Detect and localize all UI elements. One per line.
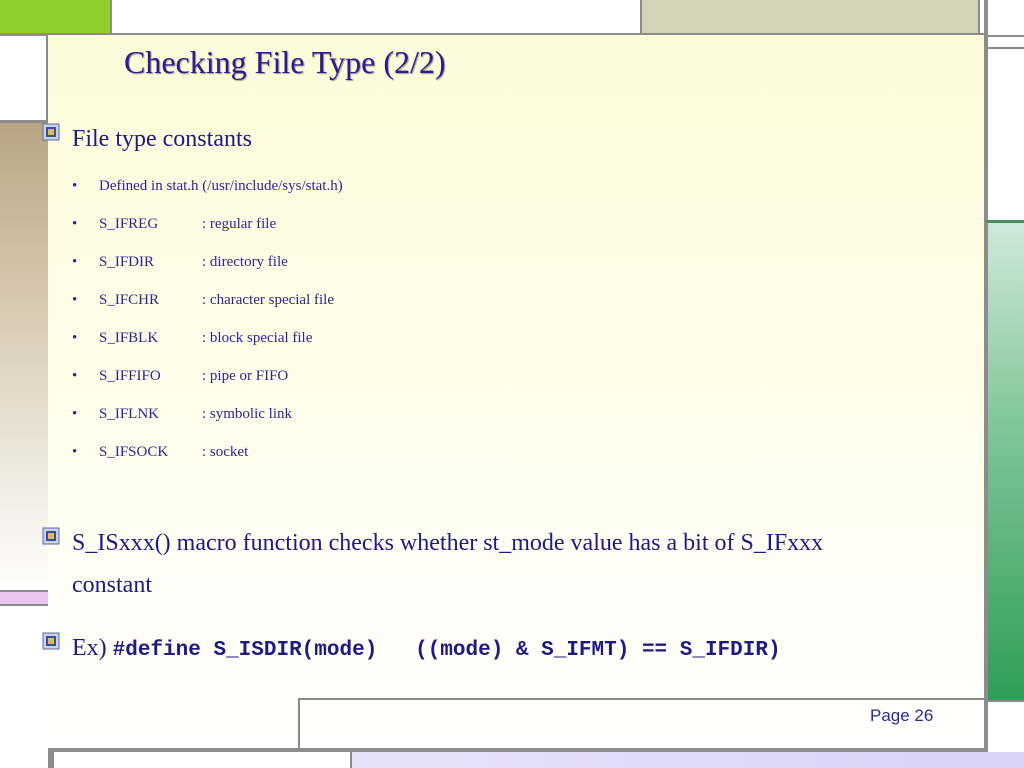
sub-item-name: S_IFCHR bbox=[99, 292, 160, 308]
sub-item-desc: : pipe or FIFO bbox=[202, 368, 289, 384]
sub-item-name: S_IFLNK bbox=[99, 406, 160, 422]
sub-item: • S_IFCHR : character special file bbox=[72, 292, 334, 308]
sub-item-desc: : regular file bbox=[202, 216, 277, 232]
bullet-text: File type constants bbox=[72, 126, 252, 152]
bullet-text: S_ISxxx() macro function checks whether … bbox=[72, 530, 824, 598]
frame-left-pink-band bbox=[0, 590, 48, 606]
sub-item: • S_IFREG : regular file bbox=[72, 216, 277, 232]
sub-item: • Defined in stat.h (/usr/include/sys/st… bbox=[72, 178, 343, 194]
sub-item-name: S_IFREG bbox=[99, 216, 159, 232]
frame-lime-block bbox=[0, 0, 110, 33]
sub-item-name: Defined in stat.h (/usr/include/sys/stat… bbox=[99, 178, 343, 194]
slide-title: Checking File Type (2/2) bbox=[124, 44, 446, 80]
bullet-example: Ex) #define S_ISDIR(mode) ((mode) & S_IF… bbox=[42, 627, 781, 672]
frame-right-top-box bbox=[984, 0, 1024, 220]
frame-left-top-box bbox=[0, 36, 48, 120]
frame-green-bar bbox=[984, 220, 1024, 700]
bullet-text: Ex) #define S_ISDIR(mode) ((mode) & S_IF… bbox=[72, 627, 781, 672]
bullet-isxxx-macro: S_ISxxx() macro function checks whether … bbox=[42, 522, 823, 606]
frame-tan-block bbox=[640, 0, 980, 33]
frame-top-vline bbox=[110, 0, 112, 35]
sub-item: • S_IFBLK : block special file bbox=[72, 330, 313, 346]
frame-left-bottom-box bbox=[0, 606, 48, 768]
sub-item: • S_IFSOCK : socket bbox=[72, 444, 249, 460]
frame-left-brown-bar bbox=[0, 120, 48, 590]
sub-item-name: S_IFFIFO bbox=[99, 368, 161, 384]
sub-item-name: S_IFSOCK bbox=[99, 444, 169, 460]
sub-item-desc: : socket bbox=[202, 444, 249, 460]
bullet-square-icon bbox=[42, 527, 60, 545]
bullet-file-type-constants: File type constants bbox=[42, 118, 252, 160]
sub-item-name: S_IFDIR bbox=[99, 254, 155, 270]
page-number: Page 26 bbox=[870, 706, 934, 725]
bullet-square-icon bbox=[42, 123, 60, 141]
sub-item: • S_IFLNK : symbolic link bbox=[72, 406, 292, 422]
sub-item-desc: : directory file bbox=[202, 254, 288, 270]
bullet-square-icon bbox=[42, 632, 60, 650]
frame-bottom-pink-band bbox=[350, 752, 1024, 768]
sub-item-name: S_IFBLK bbox=[99, 330, 159, 346]
sub-item-desc: : block special file bbox=[202, 330, 313, 346]
frame-right-rule1 bbox=[984, 35, 1024, 49]
code-snippet: #define S_ISDIR(mode) ((mode) & S_IFMT) … bbox=[112, 639, 781, 662]
sub-item-desc: : character special file bbox=[202, 292, 334, 308]
example-prefix: Ex) bbox=[72, 635, 113, 661]
sub-item: • S_IFDIR : directory file bbox=[72, 254, 288, 270]
sub-item-desc: : symbolic link bbox=[202, 406, 292, 422]
sub-item: • S_IFFIFO : pipe or FIFO bbox=[72, 368, 289, 384]
